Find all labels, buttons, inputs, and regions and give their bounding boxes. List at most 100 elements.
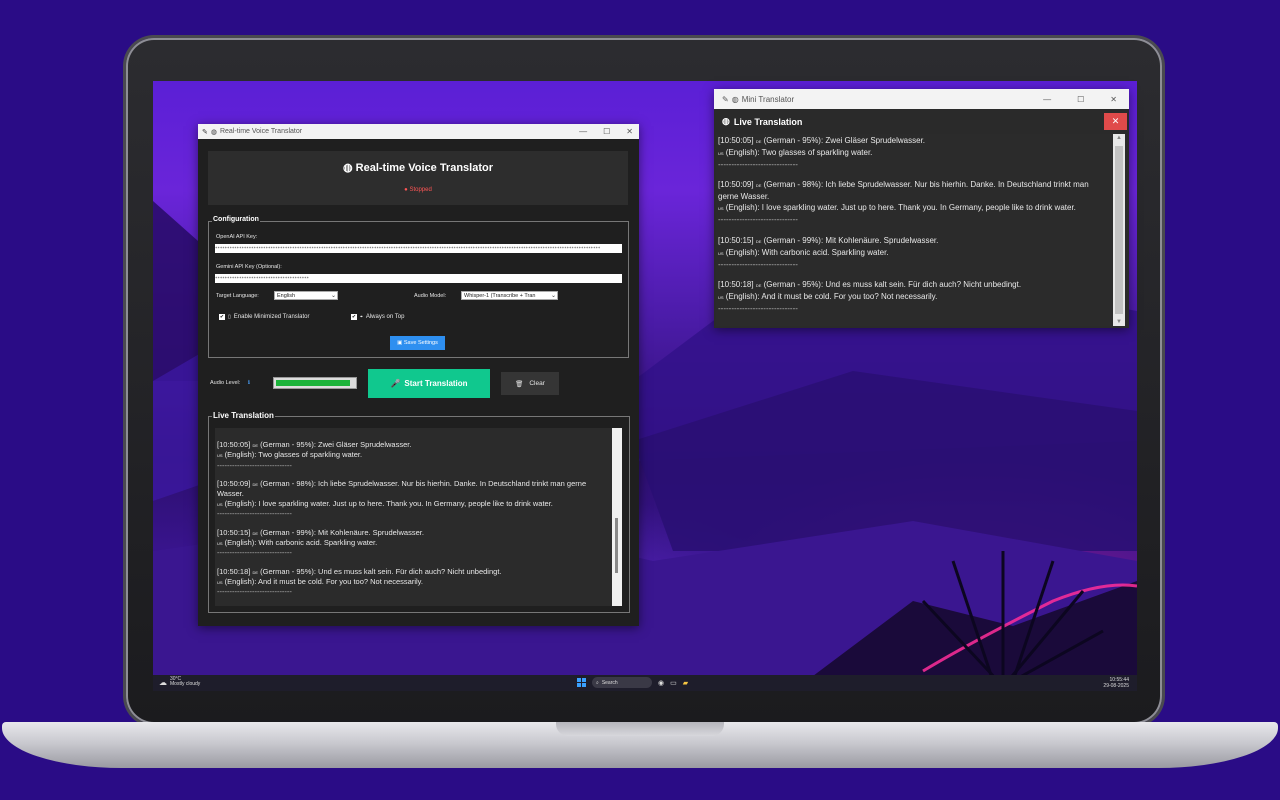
log-target-text: (English): Two glasses of sparkling wate… (725, 148, 873, 157)
close-icon[interactable]: ✕ (1110, 95, 1117, 104)
source-flag-icon: DE (755, 139, 762, 144)
enable-mini-checkbox[interactable]: ✔ ▯ Enable Minimized Translator (219, 314, 309, 320)
log-source-text: (German - 95%): Zwei Gläser Sprudelwasse… (763, 136, 926, 145)
live-translation-legend: Live Translation (212, 411, 275, 420)
live-translation-group: Live Translation [10:50:05] DE (German -… (208, 411, 630, 613)
target-flag-icon: US (217, 540, 223, 546)
info-icon: ℹ (247, 380, 250, 386)
target-flag-icon: US (718, 250, 724, 256)
log-scrollbar[interactable] (612, 428, 622, 606)
log-target-text: (English): And it must be cold. For you … (725, 291, 938, 301)
scroll-down-icon[interactable]: ▼ (1116, 319, 1122, 325)
feather-icon: ✎ (722, 94, 729, 104)
log-time: [10:50:15] (217, 527, 251, 537)
log-scrollbar-thumb[interactable] (615, 518, 618, 573)
log-entry: [10:50:05] DE (German - 95%): Zwei Gläse… (217, 440, 608, 470)
log-separator: ------------------------------ (718, 303, 798, 313)
target-language-label: Target Language: (216, 293, 259, 299)
target-language-select[interactable]: English ⌄ (274, 291, 338, 300)
start-button-icon[interactable] (577, 678, 586, 687)
log-separator: ------------------------------ (217, 548, 292, 558)
weather-description: Mostly cloudy (170, 681, 201, 687)
trash-icon: 🗑 (515, 380, 524, 388)
taskbar-search[interactable]: ⌕ Search (592, 677, 652, 688)
taskbar-clock[interactable]: 10:55:44 29-08-2025 (1103, 677, 1129, 689)
start-translation-button[interactable]: 🎤 Start Translation (368, 369, 490, 398)
log-time: [10:50:18] (217, 566, 251, 576)
log-time: [10:50:09] (718, 180, 754, 190)
log-target-text: (English): I love sparkling water. Just … (725, 203, 1076, 213)
log-source-text: (German - 95%): Und es muss kalt sein. F… (260, 566, 502, 576)
target-flag-icon: US (718, 294, 724, 300)
mini-log-scrollbar[interactable]: ▲ ▼ (1113, 134, 1125, 326)
maximize-icon[interactable]: ☐ (603, 127, 610, 136)
mini-header-text: Live Translation (733, 116, 803, 127)
source-flag-icon: DE (755, 282, 762, 288)
source-flag-icon: DE (755, 183, 762, 189)
file-explorer-icon[interactable]: ▰ (683, 679, 688, 687)
checkmark-icon: ✔ (351, 314, 357, 320)
log-target-text: (English): With carbonic acid. Sparkling… (224, 537, 378, 547)
log-time: [10:50:09] (217, 479, 251, 489)
enable-mini-label: Enable Minimized Translator (233, 314, 310, 320)
log-source-text: (German - 95%): Und es muss kalt sein. F… (763, 279, 1022, 289)
log-target-text: (English): With carbonic acid. Sparkling… (725, 247, 889, 257)
main-title-bar[interactable]: ✎ ◍ Real-time Voice Translator — ☐ ✕ (198, 124, 639, 139)
copilot-icon[interactable]: ◉ (658, 679, 664, 687)
log-time: [10:50:18] (718, 279, 754, 289)
taskbar-search-placeholder: Search (601, 679, 618, 686)
globe-small-icon: ◍ (731, 94, 739, 104)
log-separator: ------------------------------ (217, 587, 292, 597)
always-on-top-checkbox[interactable]: ✔ ⌖ Always on Top (351, 314, 404, 320)
pin-icon: ⌖ (360, 314, 363, 320)
source-flag-icon: DE (755, 238, 762, 244)
audio-level-label: Audio Level: ℹ (210, 380, 250, 386)
audio-level-fill (276, 380, 351, 386)
weather-widget[interactable]: ☁ 30°C Mostly cloudy (159, 677, 200, 687)
source-flag-icon: DE (252, 482, 259, 488)
taskbar: ☁ 30°C Mostly cloudy ⌕ Search ◉ ▭ ▰ 10:5… (153, 675, 1137, 691)
chevron-down-icon: ⌄ (330, 293, 336, 299)
log-separator: ------------------------------ (718, 160, 798, 169)
mini-header-title: ◍ Live Translation (722, 116, 802, 127)
log-separator: ------------------------------ (217, 460, 292, 470)
clear-button[interactable]: 🗑 Clear (501, 372, 559, 395)
openai-key-input[interactable]: ****************************************… (215, 244, 622, 253)
clock-date: 29-08-2025 (1103, 683, 1129, 689)
log-entry: [10:50:15] DE (German - 99%): Mit Kohlen… (217, 528, 608, 558)
gemini-key-input[interactable]: *************************************** (215, 274, 622, 283)
microphone-icon: 🎤 (390, 379, 401, 388)
status-indicator: ● Stopped (404, 187, 432, 193)
target-flag-icon: US (217, 453, 223, 459)
mini-title-bar[interactable]: ✎ ◍ Mini Translator — ☐ ✕ (714, 89, 1129, 109)
close-icon[interactable]: ✕ (626, 127, 633, 136)
clear-label: Clear (529, 380, 545, 387)
mini-window-title: Mini Translator (741, 94, 795, 104)
app-header: ◍ Real-time Voice Translator ● Stopped (208, 151, 628, 205)
translation-log[interactable]: [10:50:05] DE (German - 95%): Zwei Gläse… (215, 428, 612, 606)
mini-translation-log[interactable]: [10:50:05] DE (German - 95%): Zwei Gläse… (716, 134, 1113, 326)
feather-icon: ✎ (202, 128, 208, 136)
mini-close-button[interactable]: ✕ (1104, 113, 1127, 130)
mini-log-scrollbar-thumb[interactable] (1115, 146, 1123, 314)
target-flag-icon: US (217, 501, 223, 507)
source-flag-icon: DE (252, 530, 259, 536)
log-time: [10:50:15] (718, 235, 754, 245)
weather-icon: ☁ (159, 677, 167, 687)
log-source-text: (German - 98%): Ich liebe Sprudelwasser.… (217, 479, 587, 499)
minimize-icon[interactable]: — (579, 127, 587, 136)
source-flag-icon: DE (252, 443, 259, 448)
log-entry: [10:50:15] DE (German - 99%): Mit Kohlen… (718, 235, 1111, 270)
scroll-up-icon[interactable]: ▲ (1116, 135, 1122, 141)
log-source-text: (German - 98%): Ich liebe Sprudelwasser.… (718, 180, 1089, 202)
phone-icon: ▯ (228, 314, 231, 320)
task-view-icon[interactable]: ▭ (670, 679, 677, 687)
minimize-icon[interactable]: — (1043, 95, 1051, 104)
mini-header: ◍ Live Translation ✕ (714, 112, 1129, 133)
audio-level-text: Audio Level: (210, 380, 241, 386)
maximize-icon[interactable]: ☐ (1077, 95, 1084, 104)
audio-model-select[interactable]: Whisper-1 (Transcribe + Tran ⌄ (461, 291, 558, 300)
target-language-value: English (277, 293, 296, 299)
log-separator: ------------------------------ (718, 259, 798, 269)
save-settings-button[interactable]: ▣ Save Settings (390, 336, 445, 350)
